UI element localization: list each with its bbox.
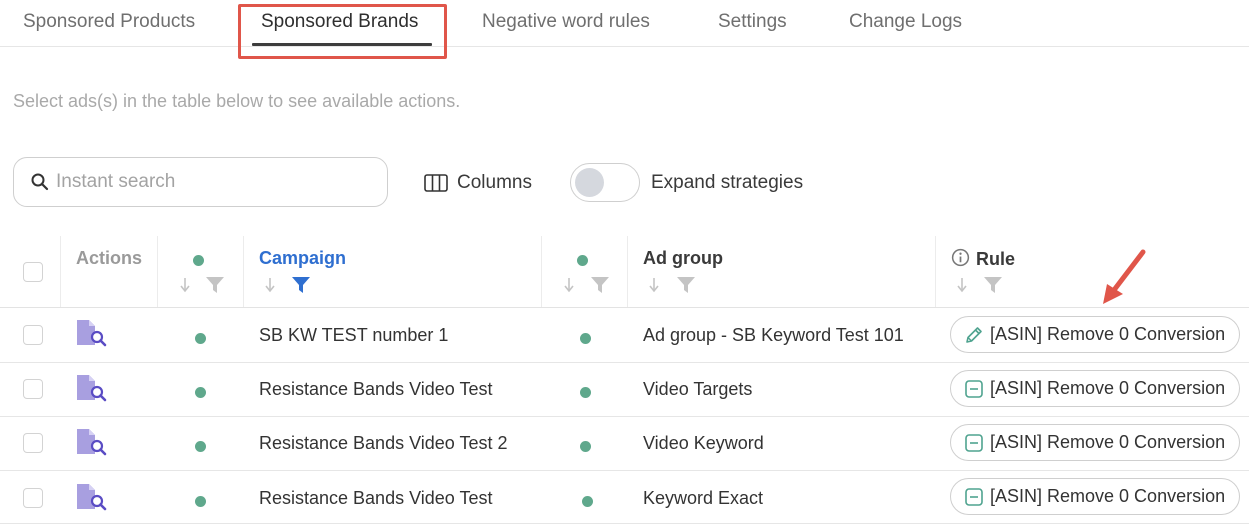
rule-pill[interactable]: [ASIN] Remove 0 Conversion <box>950 424 1240 461</box>
filter-icon[interactable] <box>676 276 696 294</box>
ad-group-cell[interactable]: Video Targets <box>643 379 752 400</box>
tab-negative-word-rules[interactable]: Negative word rules <box>482 11 650 33</box>
column-separator <box>541 236 542 307</box>
columns-icon <box>424 174 448 192</box>
pencil-icon <box>966 326 982 343</box>
campaign-status-dot <box>195 387 206 398</box>
column-separator <box>243 236 244 307</box>
tab-settings[interactable]: Settings <box>718 11 787 33</box>
row-checkbox[interactable] <box>23 433 43 453</box>
row-divider <box>0 470 1249 471</box>
campaign-status-dot <box>195 441 206 452</box>
sort-arrow-icon[interactable] <box>648 276 660 294</box>
toggle-knob <box>575 168 604 197</box>
columns-button[interactable]: Columns <box>424 168 532 198</box>
campaign-cell[interactable]: Resistance Bands Video Test <box>259 379 492 400</box>
header-rule[interactable]: Rule <box>976 249 1015 270</box>
rule-label: [ASIN] Remove 0 Conversion <box>990 324 1226 344</box>
search-box[interactable] <box>13 157 388 207</box>
header-divider <box>0 307 1249 308</box>
row-checkbox[interactable] <box>23 379 43 399</box>
info-icon[interactable] <box>951 248 970 267</box>
ad-group-status-dot <box>582 496 593 507</box>
search-document-icon[interactable] <box>76 428 108 456</box>
campaign-cell[interactable]: SB KW TEST number 1 <box>259 325 448 346</box>
ad-group-cell[interactable]: Video Keyword <box>643 433 764 454</box>
rule-label: [ASIN] Remove 0 Conversion <box>990 432 1226 452</box>
sort-arrow-icon[interactable] <box>956 276 968 294</box>
search-document-icon[interactable] <box>76 374 108 402</box>
expand-strategies-label: Expand strategies <box>651 172 804 193</box>
filter-icon[interactable] <box>205 276 225 294</box>
campaign-cell[interactable]: Resistance Bands Video Test 2 <box>259 433 508 454</box>
header-ad-group[interactable]: Ad group <box>643 248 723 269</box>
active-tab-underline <box>252 43 432 46</box>
page: Sponsored Products Sponsored Brands Nega… <box>0 0 1249 525</box>
tab-bar: Sponsored Products Sponsored Brands Nega… <box>0 0 1249 47</box>
ad-group-cell[interactable]: Keyword Exact <box>643 488 763 509</box>
column-separator <box>157 236 158 307</box>
filter-active-icon[interactable] <box>291 276 311 294</box>
header-status-dot <box>577 255 588 266</box>
filter-icon[interactable] <box>983 276 1003 294</box>
campaign-status-dot <box>195 496 206 507</box>
annotation-arrow-icon <box>1103 249 1146 304</box>
sort-arrow-icon[interactable] <box>264 276 276 294</box>
column-separator <box>60 236 61 307</box>
minus-square-icon <box>965 379 983 398</box>
search-input[interactable] <box>56 168 376 196</box>
sort-arrow-icon[interactable] <box>179 276 191 294</box>
rule-label: [ASIN] Remove 0 Conversion <box>990 378 1226 398</box>
row-divider <box>0 362 1249 363</box>
selection-hint: Select ads(s) in the table below to see … <box>13 91 461 111</box>
tab-sponsored-brands[interactable]: Sponsored Brands <box>261 11 418 33</box>
header-actions: Actions <box>76 248 143 268</box>
campaign-cell[interactable]: Resistance Bands Video Test <box>259 488 492 509</box>
search-document-icon[interactable] <box>76 319 108 347</box>
search-icon <box>31 173 49 191</box>
expand-strategies-toggle[interactable] <box>570 163 640 202</box>
column-separator <box>627 236 628 307</box>
row-divider <box>0 416 1249 417</box>
filter-icon[interactable] <box>590 276 610 294</box>
columns-label: Columns <box>457 172 532 193</box>
header-campaign[interactable]: Campaign <box>259 248 346 269</box>
rule-pill[interactable]: [ASIN] Remove 0 Conversion <box>950 370 1240 407</box>
ad-group-cell[interactable]: Ad group - SB Keyword Test 101 <box>643 325 904 346</box>
minus-square-icon <box>965 487 983 506</box>
row-checkbox[interactable] <box>23 488 43 508</box>
rule-pill[interactable]: [ASIN] Remove 0 Conversion <box>950 316 1240 353</box>
row-checkbox[interactable] <box>23 325 43 345</box>
search-document-icon[interactable] <box>76 483 108 511</box>
ad-group-status-dot <box>580 387 591 398</box>
select-all-checkbox[interactable] <box>23 262 43 282</box>
rule-label: [ASIN] Remove 0 Conversion <box>990 486 1226 506</box>
row-divider <box>0 523 1249 524</box>
tab-sponsored-products[interactable]: Sponsored Products <box>23 11 195 33</box>
ad-group-status-dot <box>580 441 591 452</box>
rule-pill[interactable]: [ASIN] Remove 0 Conversion <box>950 478 1240 515</box>
header-status-dot <box>193 255 204 266</box>
sort-arrow-icon[interactable] <box>563 276 575 294</box>
column-separator <box>935 236 936 307</box>
campaign-status-dot <box>195 333 206 344</box>
ad-group-status-dot <box>580 333 591 344</box>
minus-square-icon <box>965 433 983 452</box>
tab-change-logs[interactable]: Change Logs <box>849 11 962 33</box>
